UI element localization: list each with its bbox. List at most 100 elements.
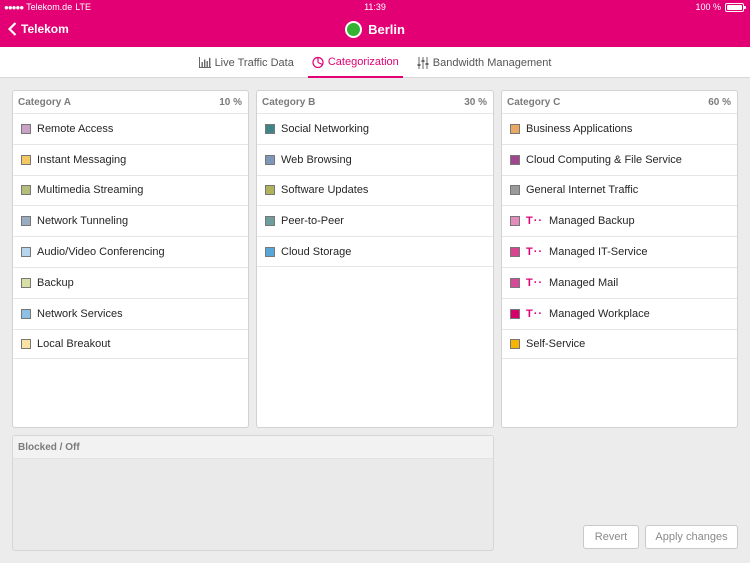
- blocked-header: Blocked / Off: [13, 436, 493, 459]
- category-title: Category A: [18, 96, 71, 108]
- category-title: Category B: [262, 96, 316, 108]
- telekom-logo-icon: T··: [526, 307, 544, 320]
- app-label: Peer-to-Peer: [281, 215, 344, 228]
- back-button[interactable]: Telekom: [8, 22, 69, 36]
- color-swatch: [510, 247, 520, 258]
- app-label: Self-Service: [526, 337, 586, 350]
- app-label: Cloud Computing & File Service: [526, 153, 682, 166]
- app-row-business-applications[interactable]: Business Applications: [502, 113, 737, 144]
- app-row-managed-it-service[interactable]: T·· Managed IT-Service: [502, 236, 737, 267]
- app-row-local-breakout[interactable]: Local Breakout: [13, 328, 248, 360]
- apply-changes-button[interactable]: Apply changes: [645, 525, 738, 549]
- app-label: Business Applications: [526, 122, 633, 135]
- app-label: Cloud Storage: [281, 245, 352, 258]
- app-label: Audio/Video Conferencing: [37, 246, 165, 259]
- app-label: Web Browsing: [281, 153, 352, 166]
- tab-label: Bandwidth Management: [432, 56, 552, 69]
- app-row-social-networking[interactable]: Social Networking: [257, 113, 493, 144]
- app-label: Network Tunneling: [37, 215, 129, 228]
- app-row-instant-messaging[interactable]: Instant Messaging: [13, 143, 248, 175]
- color-swatch: [510, 185, 520, 196]
- color-swatch: [21, 247, 31, 258]
- app-label: Multimedia Streaming: [37, 184, 144, 197]
- bar-chart-icon: [198, 57, 211, 68]
- color-swatch: [21, 277, 31, 288]
- app-label: Software Updates: [281, 184, 369, 197]
- revert-button[interactable]: Revert: [583, 525, 639, 549]
- color-swatch: [265, 185, 275, 196]
- app-label: Local Breakout: [37, 337, 111, 350]
- category-a-panel: Category A 10 % Remote Access Instant Me…: [12, 90, 249, 428]
- app-row-network-services[interactable]: Network Services: [13, 297, 248, 329]
- tab-categorization[interactable]: Categorization: [307, 47, 403, 78]
- app-row-software-updates[interactable]: Software Updates: [257, 174, 493, 206]
- telekom-logo-icon: T··: [526, 215, 544, 228]
- app-label: Instant Messaging: [37, 153, 127, 166]
- app-row-web-browsing[interactable]: Web Browsing: [257, 143, 493, 175]
- app-label: Managed Mail: [549, 276, 619, 289]
- category-percent: 10 %: [219, 96, 242, 108]
- category-c-panel: Category C 60 % Business Applications Cl…: [501, 90, 738, 428]
- category-percent: 30 %: [464, 96, 487, 108]
- app-label: Remote Access: [37, 122, 114, 135]
- app-row-audio-video-conferencing[interactable]: Audio/Video Conferencing: [13, 236, 248, 267]
- color-swatch: [265, 216, 275, 227]
- color-swatch: [265, 154, 275, 165]
- color-swatch: [510, 216, 520, 227]
- app-row-peer-to-peer[interactable]: Peer-to-Peer: [257, 205, 493, 236]
- tab-bandwidth-management[interactable]: Bandwidth Management: [413, 47, 556, 78]
- app-label: Network Services: [37, 307, 123, 320]
- app-row-network-tunneling[interactable]: Network Tunneling: [13, 205, 248, 236]
- page-title: Berlin: [0, 21, 750, 38]
- app-row-managed-workplace[interactable]: T·· Managed Workplace: [502, 297, 737, 329]
- category-percent: 60 %: [708, 96, 731, 108]
- status-bar: ●●●●● Telekom.de LTE 11:39 100 %: [0, 0, 750, 15]
- tab-label: Live Traffic Data: [214, 56, 294, 69]
- color-swatch: [510, 308, 520, 319]
- color-swatch: [510, 123, 520, 134]
- app-row-general-internet-traffic[interactable]: General Internet Traffic: [502, 174, 737, 206]
- location-title: Berlin: [368, 22, 405, 37]
- telekom-logo-icon: T··: [526, 276, 544, 289]
- color-swatch: [21, 308, 31, 319]
- color-swatch: [265, 123, 275, 134]
- app-row-cloud-storage[interactable]: Cloud Storage: [257, 236, 493, 267]
- app-row-remote-access[interactable]: Remote Access: [13, 113, 248, 144]
- category-b-panel: Category B 30 % Social Networking Web Br…: [256, 90, 494, 428]
- app-row-managed-mail[interactable]: T·· Managed Mail: [502, 266, 737, 298]
- sliders-icon: [417, 56, 429, 69]
- blocked-title: Blocked / Off: [18, 441, 80, 453]
- telekom-logo-icon: T··: [526, 246, 544, 259]
- app-row-backup[interactable]: Backup: [13, 266, 248, 298]
- color-swatch: [510, 277, 520, 288]
- color-swatch: [510, 338, 520, 349]
- category-header: Category B 30 %: [257, 91, 493, 113]
- color-swatch: [265, 246, 275, 257]
- color-swatch: [510, 154, 520, 165]
- app-header: ●●●●● Telekom.de LTE 11:39 100 % Telekom…: [0, 0, 750, 47]
- battery-percent: 100 %: [695, 2, 721, 12]
- status-right: 100 %: [695, 2, 746, 12]
- tab-bar: Live Traffic Data Categorization Bandwid…: [0, 47, 750, 78]
- tabs: Live Traffic Data Categorization Bandwid…: [0, 47, 750, 78]
- color-swatch: [21, 154, 31, 165]
- app-label: Managed Backup: [549, 215, 635, 228]
- app-row-cloud-computing-file-service[interactable]: Cloud Computing & File Service: [502, 143, 737, 175]
- color-swatch: [21, 338, 31, 349]
- blocked-panel[interactable]: Blocked / Off: [12, 435, 494, 551]
- app-row-multimedia-streaming[interactable]: Multimedia Streaming: [13, 174, 248, 206]
- back-label: Telekom: [21, 22, 69, 36]
- app-label: Social Networking: [281, 122, 370, 135]
- color-swatch: [21, 185, 31, 196]
- app-label: Backup: [37, 276, 74, 289]
- app-row-self-service[interactable]: Self-Service: [502, 328, 737, 360]
- category-header: Category A 10 %: [13, 91, 248, 113]
- app-label: Managed IT-Service: [549, 246, 648, 259]
- tab-label: Categorization: [327, 55, 399, 68]
- tab-live-traffic-data[interactable]: Live Traffic Data: [195, 47, 298, 78]
- battery-icon: [725, 2, 746, 12]
- category-title: Category C: [507, 96, 561, 108]
- pie-chart-icon: [312, 56, 324, 68]
- chevron-left-icon: [8, 22, 17, 36]
- app-row-managed-backup[interactable]: T·· Managed Backup: [502, 205, 737, 236]
